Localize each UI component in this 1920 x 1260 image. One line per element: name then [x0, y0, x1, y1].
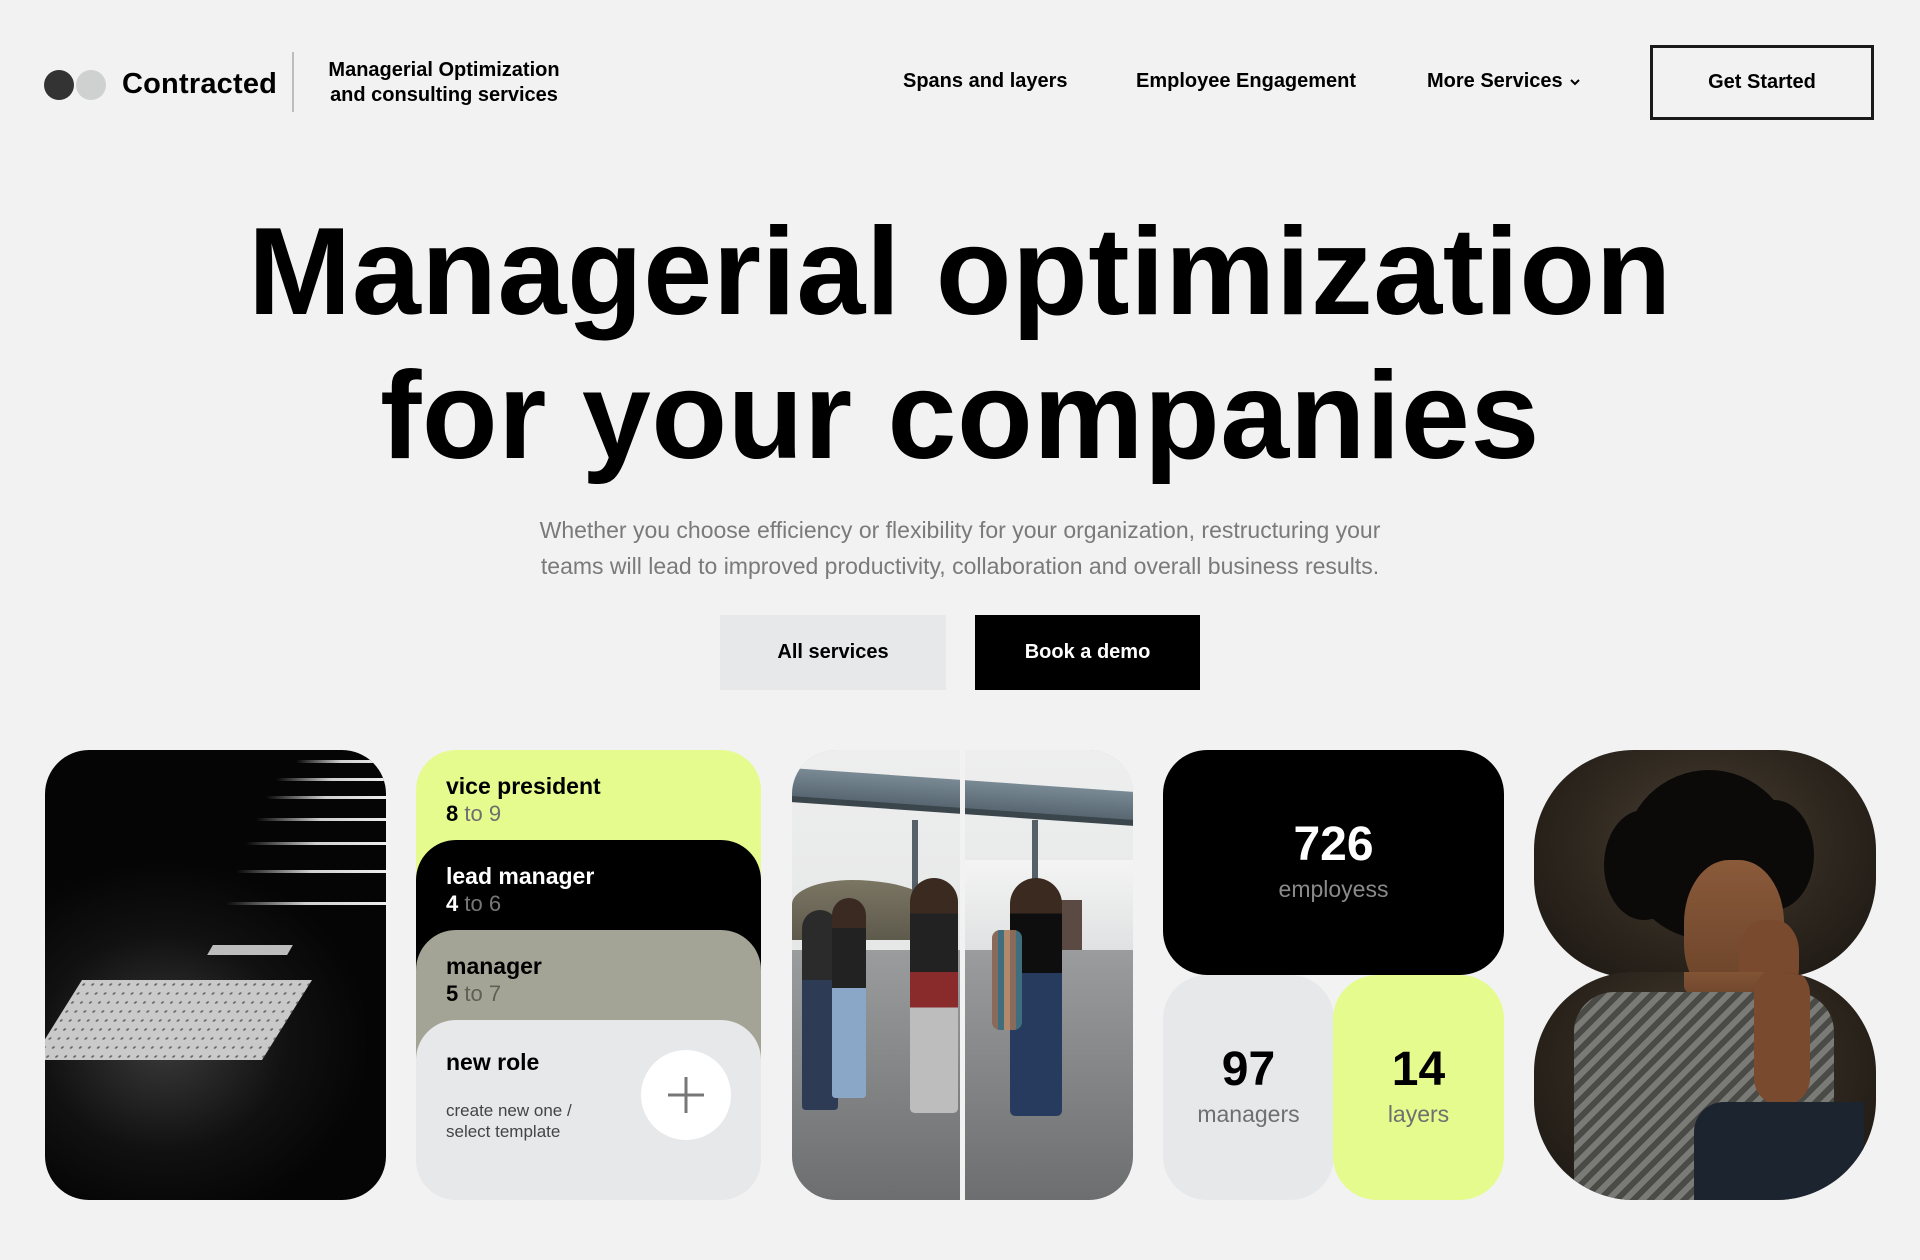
- nav-more-services-label: More Services: [1427, 70, 1563, 92]
- nav-spans-and-layers[interactable]: Spans and layers: [903, 70, 1068, 93]
- hero-title-line-1: Managerial optimization: [248, 203, 1672, 341]
- stats-card: 726 employess 97 managers 14 layers: [1163, 750, 1504, 1200]
- brand-name: Contracted: [122, 68, 278, 100]
- role-range: 8 to 9: [446, 801, 502, 826]
- tagline-line-1: Managerial Optimization: [328, 59, 560, 81]
- tagline-line-2: and consulting services: [330, 84, 558, 106]
- get-started-button[interactable]: Get Started: [1650, 45, 1874, 120]
- portrait-photo: [1534, 750, 1876, 1200]
- all-services-button[interactable]: All services: [720, 615, 946, 690]
- site-header: Contracted Managerial Optimization and c…: [0, 0, 1920, 165]
- roles-card: vice president 8 to 9 lead manager 4 to …: [416, 750, 761, 1200]
- header-divider: [292, 52, 294, 112]
- stat-label: managers: [1197, 1101, 1300, 1127]
- friends-photo: [792, 750, 1133, 1200]
- brand-tagline: Managerial Optimization and consulting s…: [322, 58, 566, 108]
- hero-title-line-2: for your companies: [380, 347, 1540, 485]
- role-range: 4 to 6: [446, 891, 502, 916]
- stat-layers: 14 layers: [1333, 975, 1504, 1200]
- stat-managers: 97 managers: [1163, 975, 1334, 1200]
- role-new[interactable]: new role create new one / select templat…: [416, 1020, 761, 1200]
- role-title: vice president: [446, 773, 601, 799]
- chevron-down-icon: [1569, 78, 1580, 85]
- book-demo-button[interactable]: Book a demo: [975, 615, 1200, 690]
- stat-value: 97: [1221, 1043, 1276, 1096]
- role-title: lead manager: [446, 863, 595, 889]
- hero-subtitle: Whether you choose efficiency or flexibi…: [510, 512, 1410, 584]
- new-role-hint: create new one / select template: [446, 1101, 572, 1141]
- logo-dots-icon: [44, 69, 110, 100]
- stairs-photo: [45, 750, 386, 1200]
- role-range: 5 to 7: [446, 981, 502, 1006]
- hero-title: Managerial optimization for your compani…: [0, 200, 1920, 488]
- stat-value: 14: [1391, 1043, 1446, 1096]
- hero-subtitle-line-2: teams will lead to improved productivity…: [540, 553, 1380, 579]
- hero-subtitle-line-1: Whether you choose efficiency or flexibi…: [539, 517, 1381, 543]
- brand-logo[interactable]: Contracted: [44, 68, 277, 101]
- role-title: manager: [446, 953, 542, 979]
- stat-label: layers: [1387, 1101, 1450, 1127]
- nav-more-services[interactable]: More Services: [1427, 70, 1581, 93]
- stat-employees: 726 employess: [1163, 750, 1504, 975]
- plus-icon: [668, 1077, 704, 1113]
- add-role-button[interactable]: [641, 1050, 731, 1140]
- stat-label: employess: [1278, 876, 1389, 902]
- stat-value: 726: [1293, 818, 1374, 871]
- nav-employee-engagement[interactable]: Employee Engagement: [1136, 70, 1356, 93]
